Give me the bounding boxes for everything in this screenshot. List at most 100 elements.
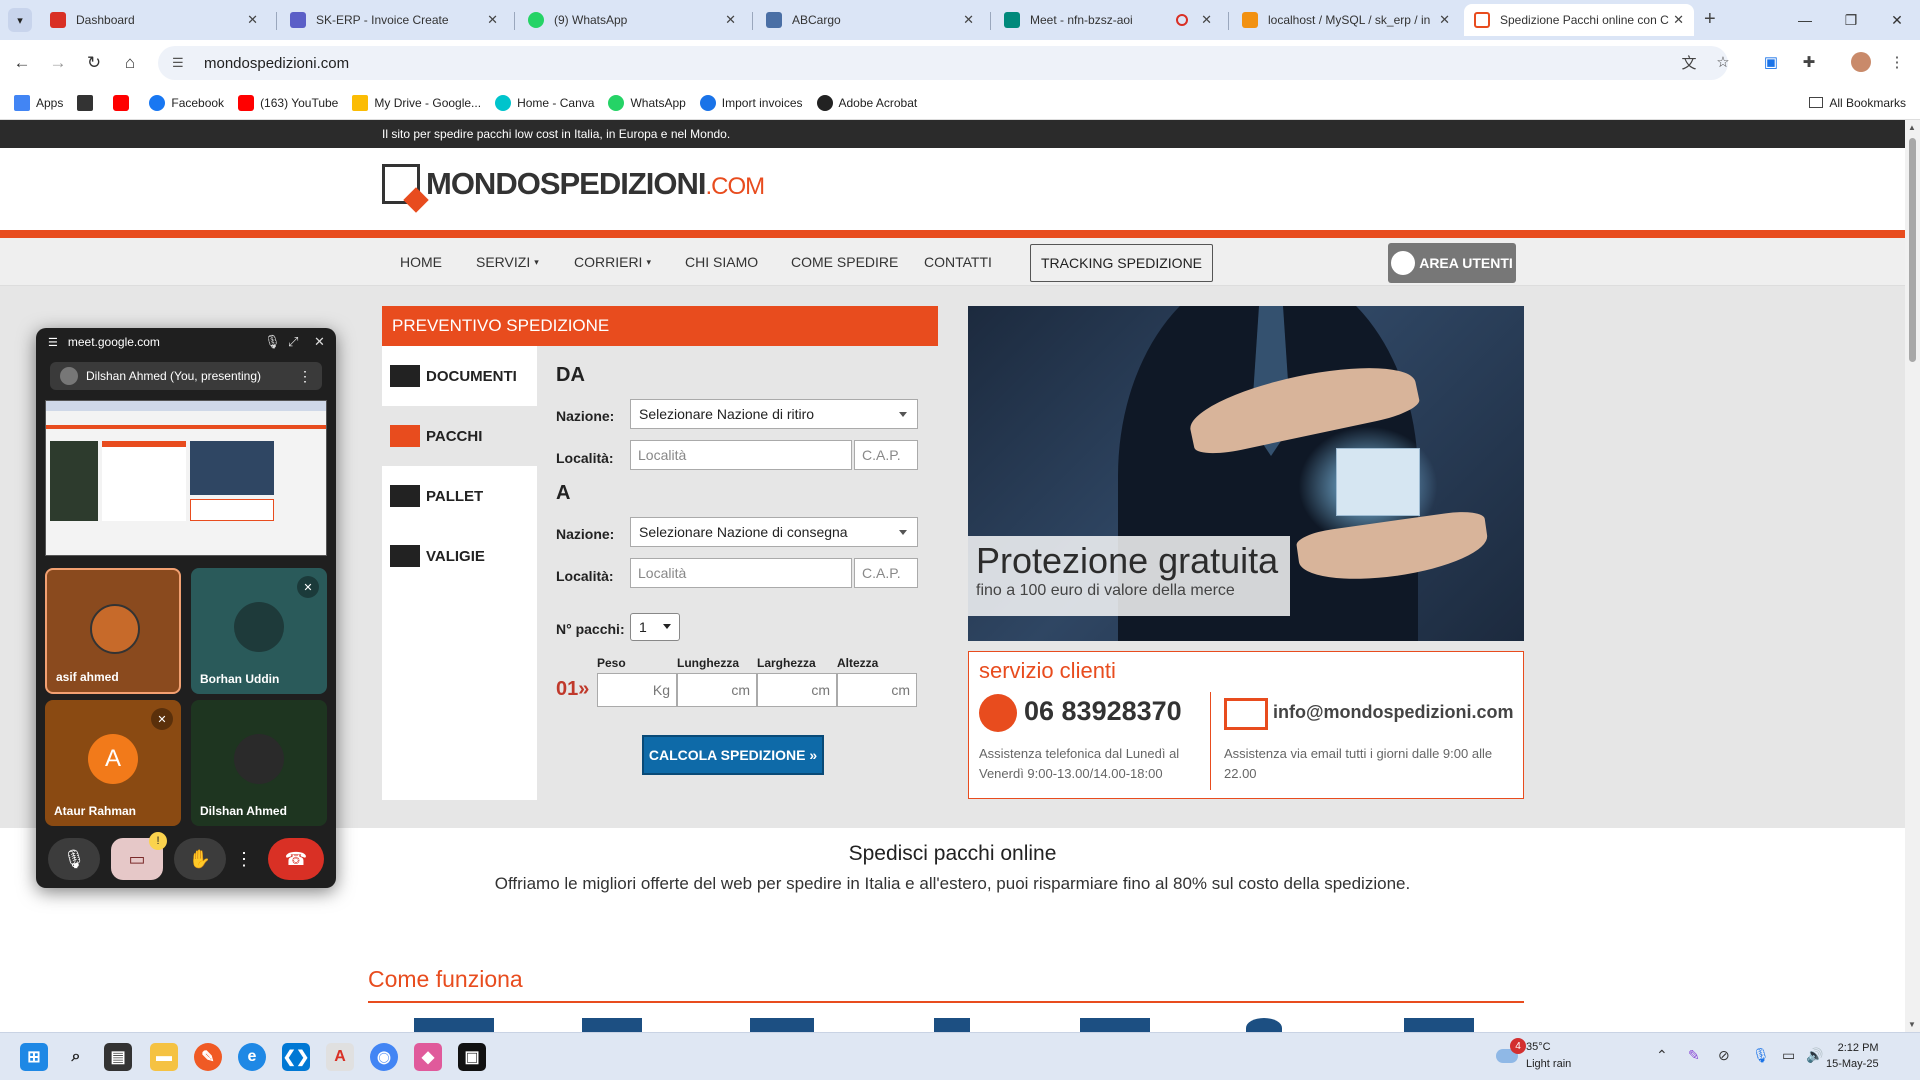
volume-icon[interactable]: 🔊 xyxy=(1806,1047,1823,1064)
tab-documenti[interactable]: DOCUMENTI xyxy=(382,346,537,406)
address-bar[interactable]: ☰ mondospedizioni.com xyxy=(158,46,1728,80)
translate-icon[interactable]: 文 xyxy=(1676,49,1702,75)
app-orange-icon[interactable]: ✎ xyxy=(194,1043,222,1071)
bookmark-grid[interactable] xyxy=(77,94,99,111)
localita-ritiro-input[interactable]: Località xyxy=(630,440,852,470)
edge-icon[interactable]: e xyxy=(238,1043,266,1071)
close-tab-icon[interactable]: ✕ xyxy=(487,12,498,28)
profile-avatar[interactable] xyxy=(1848,49,1874,75)
scroll-down-icon[interactable]: ▼ xyxy=(1908,1020,1916,1029)
bookmark-canva[interactable]: Home - Canva xyxy=(495,94,594,111)
close-tab-icon[interactable]: ✕ xyxy=(963,12,974,28)
back-icon[interactable]: ← xyxy=(8,49,36,77)
raise-hand-button[interactable]: ✋ xyxy=(174,838,226,880)
bookmark-youtube-163[interactable]: (163) YouTube xyxy=(238,94,338,111)
nav-servizi[interactable]: SERVIZI ▾ xyxy=(476,238,539,286)
more-options-icon[interactable]: ⋮ xyxy=(234,838,254,880)
localita-consegna-input[interactable]: Località xyxy=(630,558,852,588)
vscode-icon[interactable]: ❮❯ xyxy=(282,1043,310,1071)
larghezza-input[interactable]: cm xyxy=(757,673,837,707)
service-email[interactable]: info@mondospedizioni.com xyxy=(1273,702,1514,723)
tab-pacchi[interactable]: PACCHI xyxy=(382,406,537,466)
bookmark-drive[interactable]: My Drive - Google... xyxy=(352,94,481,111)
nav-corrieri[interactable]: CORRIERI ▾ xyxy=(574,238,651,286)
tab-valigie[interactable]: VALIGIE xyxy=(382,526,537,586)
close-tab-icon[interactable]: ✕ xyxy=(1439,12,1450,28)
bookmark-star-icon[interactable]: ☆ xyxy=(1710,49,1736,75)
forward-icon[interactable]: → xyxy=(44,49,72,77)
nav-come-spedire[interactable]: COME SPEDIRE xyxy=(791,238,898,286)
chevron-up-icon[interactable]: ⌃ xyxy=(1656,1047,1668,1064)
close-tab-icon[interactable]: ✕ xyxy=(725,12,736,28)
expand-icon[interactable]: ⤢ xyxy=(288,334,298,350)
nazione-ritiro-select[interactable]: Selezionare Nazione di ritiro xyxy=(630,399,918,429)
extension-app-icon[interactable]: ▣ xyxy=(1758,49,1784,75)
app-dark-icon[interactable]: ▣ xyxy=(458,1043,486,1071)
site-info-icon[interactable]: ☰ xyxy=(172,55,190,71)
lunghezza-input[interactable]: cm xyxy=(677,673,757,707)
camera-off-button[interactable]: ▭! xyxy=(111,832,167,880)
home-icon[interactable]: ⌂ xyxy=(116,49,144,77)
git-icon[interactable]: ◆ xyxy=(414,1043,442,1071)
nav-contatti[interactable]: CONTATTI xyxy=(924,238,992,286)
npacchi-select[interactable]: 1 xyxy=(630,613,680,641)
site-logo[interactable]: MONDOSPEDIZIONI.COM xyxy=(382,164,765,204)
windows-start-icon[interactable]: ⊞ xyxy=(20,1043,48,1071)
altezza-input[interactable]: cm xyxy=(837,673,917,707)
scroll-up-icon[interactable]: ▲ xyxy=(1908,123,1916,132)
tab-sk-erp[interactable]: SK-ERP - Invoice Create ✕ xyxy=(280,4,508,36)
weather-widget[interactable]: 4 35°C Light rain xyxy=(1496,1038,1571,1073)
mic-button[interactable]: 🎙 xyxy=(48,838,100,880)
menu-kebab-icon[interactable]: ⋮ xyxy=(1884,49,1910,75)
tab-pallet[interactable]: PALLET xyxy=(382,466,537,526)
close-pip-icon[interactable]: ✕ xyxy=(314,334,325,350)
peso-input[interactable]: Kg xyxy=(597,673,677,707)
participant-tile-asif[interactable]: asif ahmed xyxy=(45,568,181,694)
tab-search-button[interactable]: ▾ xyxy=(8,8,32,32)
file-explorer-icon[interactable]: ▬ xyxy=(150,1043,178,1071)
scrollbar-thumb[interactable] xyxy=(1909,138,1916,362)
new-tab-icon[interactable]: + xyxy=(1704,8,1716,31)
tab-phpmyadmin[interactable]: localhost / MySQL / sk_erp / in ✕ xyxy=(1232,4,1460,36)
mic-icon[interactable]: 🎙 xyxy=(264,334,281,350)
display-icon[interactable]: ▭ xyxy=(1782,1047,1795,1064)
all-bookmarks[interactable]: All Bookmarks xyxy=(1809,96,1906,110)
task-view-icon[interactable]: ▤ xyxy=(104,1043,132,1071)
search-icon[interactable]: ⌕ xyxy=(62,1043,90,1071)
extensions-puzzle-icon[interactable]: ✚ xyxy=(1796,49,1822,75)
tab-abcargo[interactable]: ABCargo ✕ xyxy=(756,4,984,36)
more-options-icon[interactable]: ⋮ xyxy=(298,368,312,385)
bookmark-acrobat[interactable]: Adobe Acrobat xyxy=(816,94,917,111)
bookmark-apps[interactable]: Apps xyxy=(14,94,63,111)
reload-icon[interactable]: ↻ xyxy=(80,49,108,77)
area-utenti-button[interactable]: AREA UTENTI xyxy=(1388,243,1516,283)
nav-home[interactable]: HOME xyxy=(400,238,442,286)
close-tab-icon[interactable]: ✕ xyxy=(1201,12,1212,28)
bookmark-whatsapp[interactable]: WhatsApp xyxy=(608,94,686,111)
pen-icon[interactable]: ✎ xyxy=(1688,1047,1700,1064)
promo-banner[interactable]: Protezione gratuita fino a 100 euro di v… xyxy=(968,306,1524,641)
service-phone[interactable]: 06 83928370 xyxy=(1024,696,1182,727)
acrobat-icon[interactable]: A xyxy=(326,1043,354,1071)
minimize-icon[interactable]: — xyxy=(1782,0,1828,40)
page-scrollbar[interactable]: ▲ ▼ xyxy=(1905,120,1920,1032)
participant-tile-borhan[interactable]: ✕ Borhan Uddin xyxy=(191,568,327,694)
bookmark-facebook[interactable]: Facebook xyxy=(149,94,224,111)
cap-ritiro-input[interactable]: C.A.P. xyxy=(854,440,918,470)
tab-meet[interactable]: Meet - nfn-bzsz-aoi ✕ xyxy=(994,4,1222,36)
participant-tile-dilshan[interactable]: Dilshan Ahmed xyxy=(191,700,327,826)
close-tab-icon[interactable]: ✕ xyxy=(1673,12,1684,28)
participant-tile-ataur[interactable]: ✕ A Ataur Rahman xyxy=(45,700,181,826)
leave-call-button[interactable]: ☎ xyxy=(268,838,324,880)
close-tab-icon[interactable]: ✕ xyxy=(247,12,258,28)
system-clock[interactable]: 2:12 PM 15-May-25 xyxy=(1826,1040,1879,1072)
close-window-icon[interactable]: ✕ xyxy=(1874,0,1920,40)
restore-icon[interactable]: ❐ xyxy=(1828,0,1874,40)
network-icon[interactable]: ⊘ xyxy=(1718,1047,1730,1064)
nazione-consegna-select[interactable]: Selezionare Nazione di consegna xyxy=(630,517,918,547)
tracking-button[interactable]: TRACKING SPEDIZIONE xyxy=(1030,244,1214,282)
tab-mondospedizioni[interactable]: Spedizione Pacchi online con C ✕ xyxy=(1464,4,1694,36)
presenting-banner[interactable]: Dilshan Ahmed (You, presenting) ⋮ xyxy=(50,362,322,390)
mic-tray-icon[interactable]: 🎙 xyxy=(1752,1047,1770,1064)
bookmark-import-invoices[interactable]: Import invoices xyxy=(699,94,803,111)
